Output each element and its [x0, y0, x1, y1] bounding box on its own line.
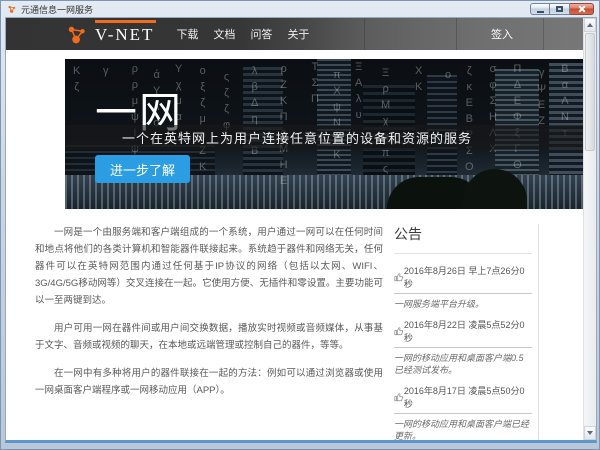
matrix-glyph-column: Ξ Α λ υ — [355, 61, 363, 121]
announcement-link[interactable]: 2016年8月17日 凌晨5点50分0秒 — [394, 384, 532, 414]
nav-item-about[interactable]: 关于 — [287, 26, 309, 42]
matrix-glyph-column: Π Δ Ε Φ ξ Γ Θ — [513, 63, 522, 171]
signin-button[interactable]: 签入 — [491, 26, 513, 42]
navbar: V-NET 下载 文档 问答 关于 签入 — [6, 18, 583, 50]
arrow-up-icon — [587, 23, 593, 27]
learn-more-button[interactable]: 进一步了解 — [95, 155, 191, 183]
minimize-icon — [536, 10, 544, 13]
thumbs-up-icon — [394, 273, 403, 282]
scroll-down-button[interactable] — [584, 426, 596, 440]
maximize-icon — [556, 6, 563, 12]
brand-logo[interactable]: V-NET — [64, 20, 157, 45]
brand-name: V-NET — [95, 25, 155, 44]
navbar-separator — [542, 18, 544, 50]
app-window: 元通信息一网服务 V-NET 下载 文档 问答 关于 签入 Κ ζ γ ρ ρ … — [0, 0, 600, 450]
announcement-link[interactable]: 2016年8月22日 凌晨5点52分0秒 — [394, 318, 532, 348]
window-titlebar: 元通信息一网服务 — [2, 1, 598, 17]
close-icon — [577, 5, 586, 13]
nav-item-download[interactable]: 下载 — [176, 26, 198, 42]
scrollbar-thumb[interactable] — [585, 33, 595, 151]
page-scrollbar[interactable] — [583, 18, 596, 440]
maximize-button[interactable] — [550, 3, 570, 15]
close-button[interactable] — [570, 3, 594, 15]
matrix-glyph-column: ο — [445, 69, 452, 81]
matrix-glyph-column: Τ Σ Π — [311, 61, 319, 105]
window-controls — [530, 3, 594, 15]
hero-banner: Κ ζγρ ρ μ ψ Ι ψά Υ λ σΥ χ μ αο ξ ζ μ ρ Ζ… — [65, 59, 583, 209]
matrix-glyph-column: ο ξ ζ μ ρ Ζ Κ — [199, 65, 207, 173]
scroll-up-button[interactable] — [584, 18, 596, 32]
matrix-glyph-column: Χ Κ — [415, 65, 423, 93]
page-body: 一网是一个由服务端和客户端组成的一个系统，用户通过一网可以在任何时间和地点将他们… — [6, 209, 583, 440]
announcement-item: 2016年8月17日 凌晨5点50分0秒 一网的移动应用和桌面客户端已经更新。 — [394, 384, 532, 440]
announcement-text: 一网的移动应用和桌面客户端0.5已经测试发布。 — [394, 352, 524, 376]
matrix-glyph-column: γ Ψ Ε Ζ — [537, 67, 547, 127]
announcements-panel: 公告 2016年8月26日 早上7点26分0秒 一网服务端平台升级。 2016年… — [394, 224, 539, 440]
intro-article: 一网是一个由服务端和客户端组成的一个系统，用户通过一网可以在任何时间和地点将他们… — [35, 224, 383, 440]
announcement-item: 2016年8月26日 早上7点26分0秒 一网服务端平台升级。 — [394, 264, 532, 311]
announcements-heading: 公告 — [394, 224, 532, 254]
paragraph: 一网是一个由服务端和客户端组成的一个系统，用户通过一网可以在任何时间和地点将他们… — [35, 227, 383, 306]
window-title: 元通信息一网服务 — [21, 4, 94, 15]
brand-accent-bar — [95, 20, 157, 23]
paragraph: 用户可用一网在器件间或用户间交换数据，播放实时视频或音频媒体，从事基于文字、音频… — [35, 323, 383, 351]
announcement-item: 2016年8月22日 凌晨5点52分0秒 一网的移动应用和桌面客户端0.5已经测… — [394, 318, 532, 377]
navbar-separator — [363, 18, 365, 50]
paragraph: 在一网中有多种将用户的器件联接在一起的方法：例如可以通过浏览器或使用一网桌面客户… — [35, 368, 383, 396]
minimize-button[interactable] — [530, 3, 550, 15]
announcement-text: 一网的移动应用和桌面客户端已经更新。 — [394, 418, 530, 440]
thumbs-up-icon — [394, 393, 403, 401]
announcement-text: 一网服务端平台升级。 — [394, 299, 485, 309]
announcement-date: 2016年8月22日 凌晨5点52分0秒 — [403, 319, 525, 343]
nav-item-docs[interactable]: 文档 — [213, 26, 235, 42]
announcement-date: 2016年8月26日 早上7点26分0秒 — [403, 266, 525, 289]
network-nodes-icon — [68, 26, 85, 44]
nav-item-qa[interactable]: 问答 — [250, 26, 272, 42]
hero-subtitle: 一个在英特网上为用户连接任意位置的设备和资源的服务 — [65, 125, 583, 150]
thumbs-up-icon — [394, 326, 403, 335]
app-icon — [8, 5, 16, 13]
matrix-glyph-column: Κ ζ — [73, 65, 81, 93]
arrow-down-icon — [587, 431, 593, 435]
web-page: V-NET 下载 文档 问答 关于 签入 Κ ζ γ ρ ρ μ ψ ά Υ λ… — [6, 18, 583, 440]
nav-menu: 下载 文档 问答 关于 — [176, 26, 309, 42]
announcement-link[interactable]: 2016年8月26日 早上7点26分0秒 — [394, 264, 532, 294]
matrix-glyph-column: ζ κ Ε Β Ρ Σ Ο — [465, 65, 474, 173]
navbar-separator — [456, 18, 458, 50]
matrix-glyph-column: γ — [103, 65, 109, 77]
browser-viewport: V-NET 下载 文档 问答 关于 签入 Κ ζ γ ρ ρ μ ψ ά Υ λ… — [5, 17, 597, 443]
announcement-date: 2016年8月17日 凌晨5点50分0秒 — [403, 385, 525, 409]
matrix-glyph-column: Ξ ρ Μ χ α π ς — [381, 67, 391, 175]
